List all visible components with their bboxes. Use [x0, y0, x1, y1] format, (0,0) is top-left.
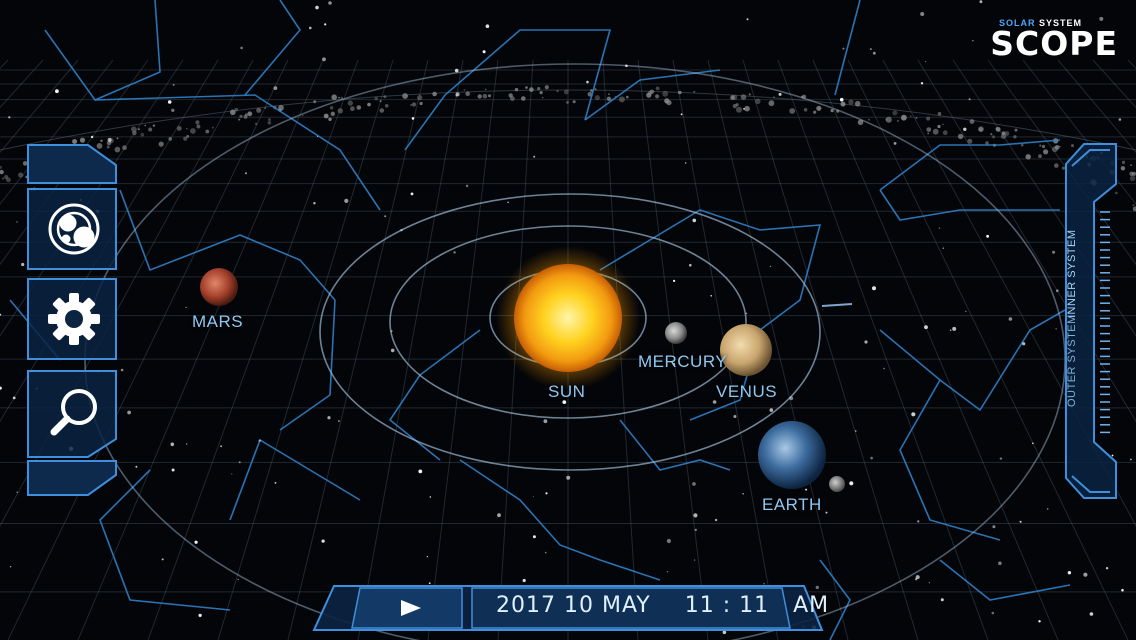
ampm-value: AM [793, 593, 830, 618]
mars-label[interactable]: MARS [192, 312, 243, 332]
earth-label[interactable]: EARTH [762, 495, 822, 515]
tab-inner-system[interactable]: INNER SYSTEM [1066, 229, 1078, 318]
earth-planet[interactable] [758, 421, 826, 489]
mars-planet[interactable] [200, 268, 238, 306]
space-view[interactable] [0, 0, 1136, 640]
mercury-label[interactable]: MERCURY [638, 352, 727, 372]
search-button[interactable] [26, 369, 118, 458]
date-time-display[interactable]: 2017 10 MAY 11 : 11 AM [496, 593, 829, 618]
moon[interactable] [829, 476, 845, 492]
gear-icon [48, 293, 100, 345]
planets-overview-button[interactable] [26, 187, 118, 271]
side-menu [26, 143, 118, 498]
play-button[interactable] [395, 597, 429, 619]
sun-planet[interactable] [514, 264, 622, 372]
date-value: 2017 10 MAY [496, 593, 651, 618]
mercury-planet[interactable] [665, 322, 687, 344]
tab-outer-system[interactable]: OUTER SYSTEM [1066, 314, 1078, 407]
app-logo: SOLAR SYSTEM SCOPE [990, 18, 1118, 61]
play-icon [401, 600, 421, 616]
venus-planet[interactable] [720, 324, 772, 376]
venus-label[interactable]: VENUS [716, 382, 777, 402]
settings-button[interactable] [26, 277, 118, 361]
sun-label[interactable]: SUN [548, 382, 585, 402]
time-value: 11 : 11 [684, 593, 770, 618]
solar-system-icon [48, 203, 100, 255]
logo-title: SCOPE [990, 24, 1118, 63]
